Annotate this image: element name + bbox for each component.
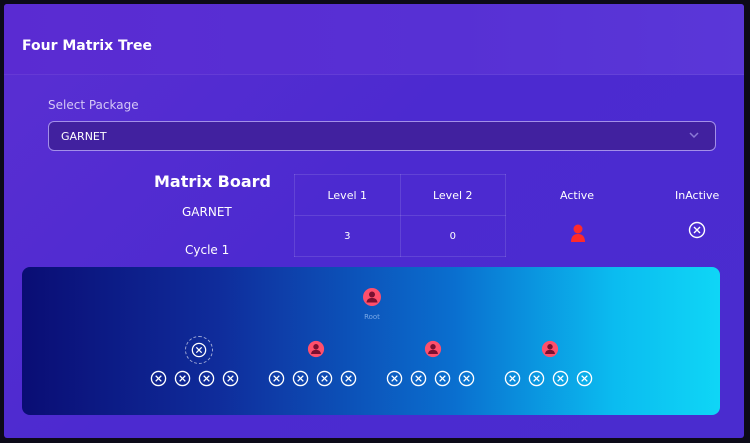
level2-slot-4-2-icon[interactable] (528, 370, 545, 387)
level2-slot-1-1-icon[interactable] (150, 370, 167, 387)
level2-slot-4-4-icon[interactable] (576, 370, 593, 387)
level2-slot-4-3-icon[interactable] (552, 370, 569, 387)
level-1-header: Level 1 (294, 174, 401, 216)
level-2-header: Level 2 (399, 174, 506, 216)
package-select-value: GARNET (61, 130, 107, 143)
four-matrix-tree-card: Four Matrix Tree Select Package GARNET M… (4, 4, 744, 438)
level2-slot-1-3-icon[interactable] (198, 370, 215, 387)
level2-slot-3-4-icon[interactable] (458, 370, 475, 387)
level-2-value: 0 (399, 215, 506, 257)
level2-slot-1-4-icon[interactable] (222, 370, 239, 387)
matrix-board-package: GARNET (182, 205, 232, 219)
root-user-icon[interactable] (362, 287, 382, 307)
level1-node-user-icon[interactable] (541, 340, 559, 358)
level2-slot-3-3-icon[interactable] (434, 370, 451, 387)
level2-slot-2-1-icon[interactable] (268, 370, 285, 387)
level2-slot-3-1-icon[interactable] (386, 370, 403, 387)
user-active-icon (571, 224, 585, 242)
card-header: Four Matrix Tree (4, 4, 744, 75)
level2-slot-2-3-icon[interactable] (316, 370, 333, 387)
level2-slot-2-2-icon[interactable] (292, 370, 309, 387)
root-label: Root (364, 313, 380, 321)
package-select[interactable]: GARNET (48, 121, 716, 151)
inactive-legend-label: InActive (675, 189, 720, 202)
chevron-down-icon (689, 132, 699, 139)
card-title: Four Matrix Tree (22, 38, 152, 54)
matrix-tree-panel: Root (22, 267, 720, 415)
active-legend-label: Active (560, 189, 595, 202)
level1-node-user-icon[interactable] (307, 340, 325, 358)
level-1-value: 3 (294, 215, 401, 257)
level2-slot-3-2-icon[interactable] (410, 370, 427, 387)
circle-x-icon (688, 221, 706, 239)
level-table: Level 1 Level 2 3 0 (294, 174, 506, 257)
select-package-label: Select Package (48, 98, 139, 112)
level2-slot-4-1-icon[interactable] (504, 370, 521, 387)
level2-slot-2-4-icon[interactable] (340, 370, 357, 387)
matrix-board-cycle: Cycle 1 (185, 243, 230, 257)
matrix-board-title: Matrix Board (154, 172, 271, 191)
level1-node-inactive-icon[interactable] (191, 342, 207, 358)
level2-slot-1-2-icon[interactable] (174, 370, 191, 387)
level1-node-user-icon[interactable] (424, 340, 442, 358)
